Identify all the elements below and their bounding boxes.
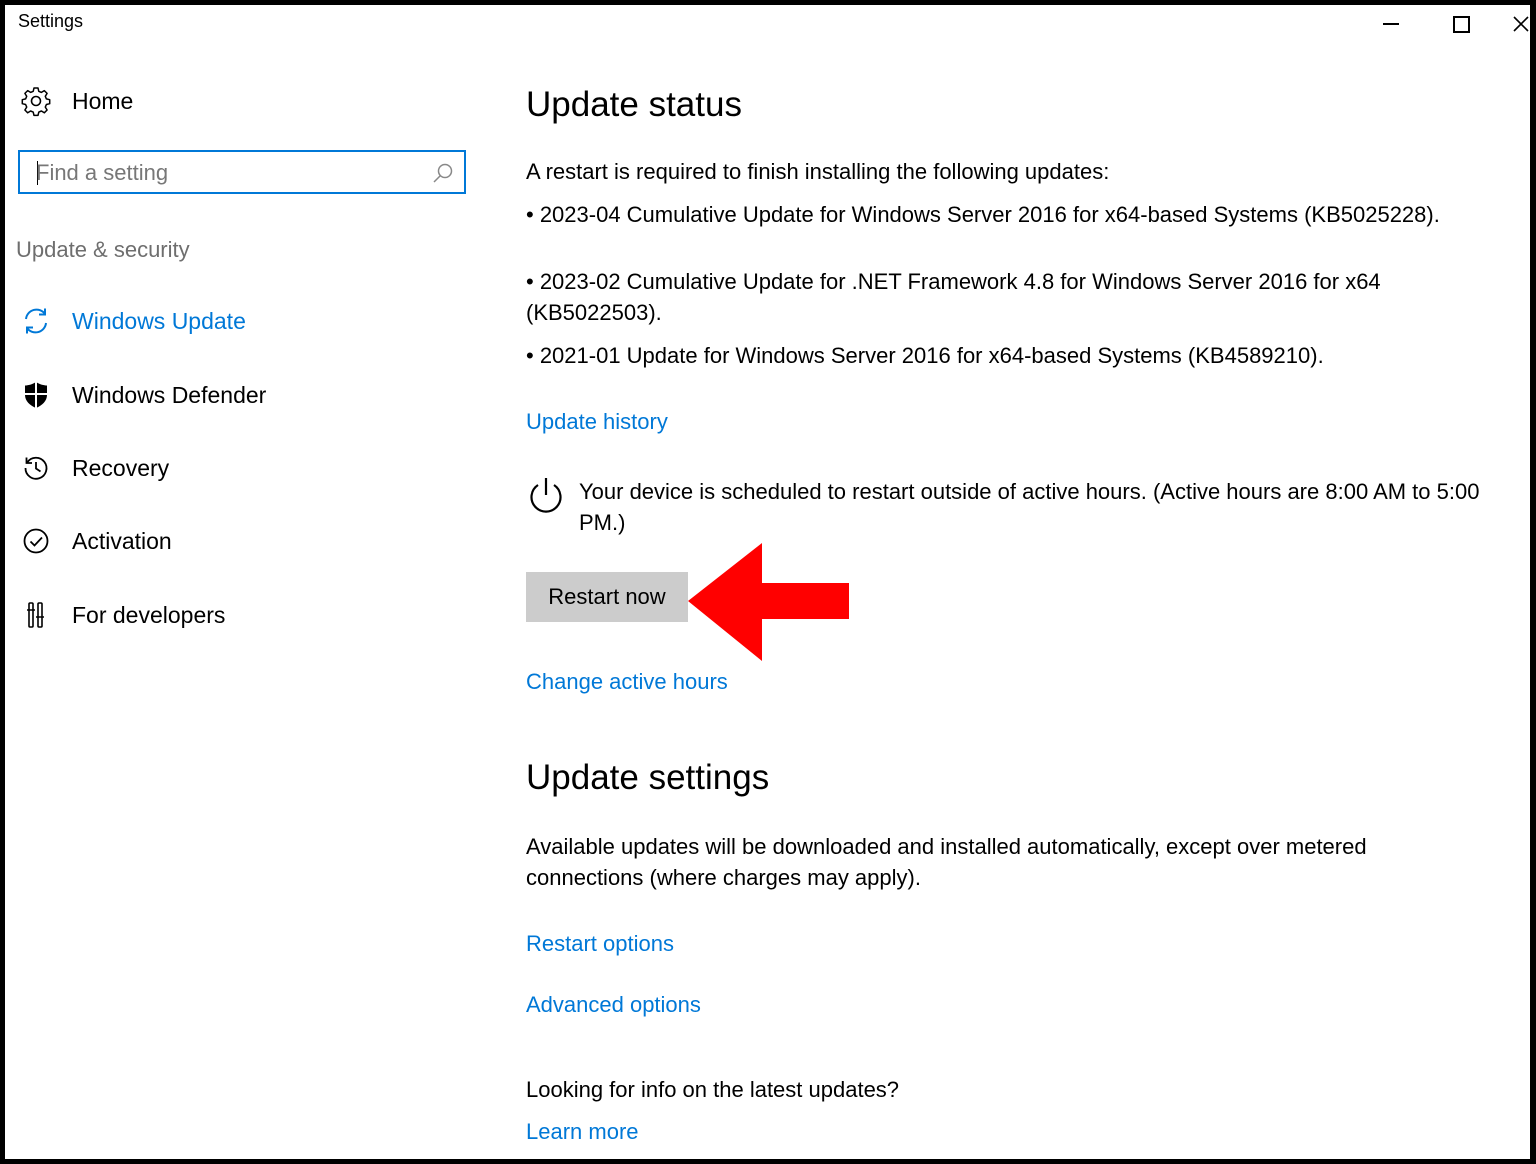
sidebar-item-label: Activation — [72, 527, 172, 554]
sidebar-item-windows-defender[interactable]: Windows Defender — [20, 377, 266, 413]
latest-updates-question: Looking for info on the latest updates? — [526, 1077, 900, 1102]
sidebar-item-activation[interactable]: Activation — [20, 523, 172, 559]
shield-icon — [20, 379, 52, 411]
close-button[interactable] — [1501, 5, 1530, 43]
update-settings-heading: Update settings — [526, 758, 770, 797]
sidebar-item-label: Windows Defender — [72, 381, 267, 408]
annotation-arrow-icon — [688, 543, 849, 661]
search-box[interactable] — [18, 150, 466, 194]
update-item: • 2023-02 Cumulative Update for .NET Fra… — [526, 269, 1381, 294]
settings-window: Settings Home Update & security W — [5, 5, 1530, 1159]
maximize-button[interactable] — [1431, 5, 1491, 43]
update-settings-description-continued: connections (where charges may apply). — [526, 865, 921, 890]
sidebar-home[interactable]: Home — [20, 85, 133, 117]
search-icon[interactable] — [432, 162, 454, 184]
check-circle-icon — [20, 525, 52, 557]
sidebar-item-recovery[interactable]: Recovery — [20, 450, 169, 486]
home-label: Home — [72, 87, 134, 114]
restart-now-button[interactable]: Restart now — [526, 572, 688, 622]
minimize-icon — [1383, 23, 1399, 25]
close-icon — [1513, 16, 1529, 32]
update-status-heading: Update status — [526, 85, 742, 124]
history-icon — [20, 452, 52, 484]
search-input[interactable] — [34, 158, 418, 188]
restart-options-link[interactable]: Restart options — [526, 931, 674, 957]
power-icon — [530, 478, 562, 513]
change-active-hours-link[interactable]: Change active hours — [526, 669, 728, 695]
sync-icon — [20, 305, 52, 337]
update-item-continued: (KB5022503). — [526, 300, 662, 325]
gear-icon — [21, 87, 51, 117]
update-item: • 2023-04 Cumulative Update for Windows … — [526, 202, 1440, 227]
advanced-options-link[interactable]: Advanced options — [526, 992, 701, 1018]
sidebar-item-windows-update[interactable]: Windows Update — [20, 303, 246, 339]
sidebar-item-label: For developers — [72, 601, 226, 628]
update-history-link[interactable]: Update history — [526, 409, 668, 435]
sidebar-item-label: Recovery — [72, 454, 170, 481]
restart-required-text: A restart is required to finish installi… — [526, 159, 1110, 184]
window-title: Settings — [18, 11, 84, 31]
update-item: • 2021-01 Update for Windows Server 2016… — [526, 343, 1324, 368]
maximize-icon — [1452, 15, 1470, 33]
learn-more-link[interactable]: Learn more — [526, 1119, 639, 1145]
section-heading: Update & security — [16, 237, 190, 262]
restart-schedule-text: Your device is scheduled to restart outs… — [579, 479, 1480, 535]
developer-tools-icon — [20, 599, 52, 631]
minimize-button[interactable] — [1361, 5, 1421, 43]
update-settings-description: Available updates will be downloaded and… — [526, 834, 1367, 859]
sidebar-item-for-developers[interactable]: For developers — [20, 597, 225, 633]
sidebar-item-label: Windows Update — [72, 307, 246, 334]
